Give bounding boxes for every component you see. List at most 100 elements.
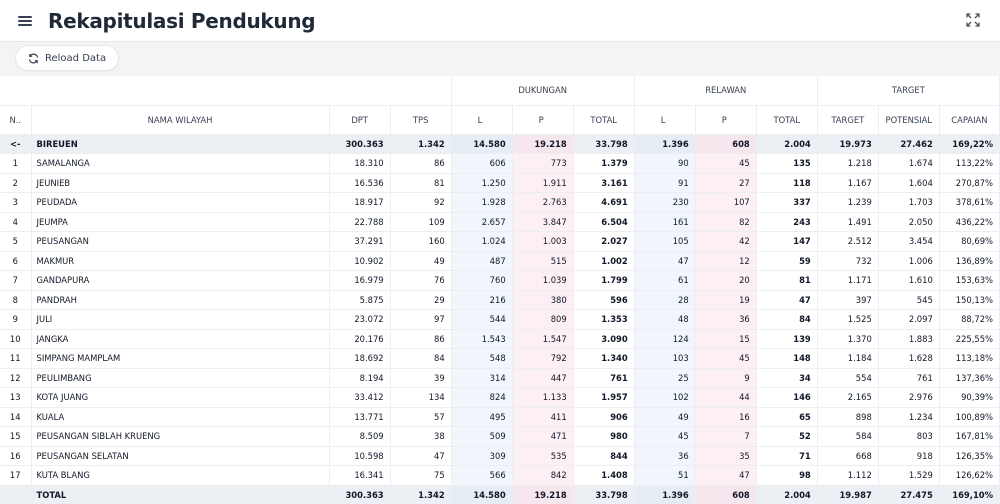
row-tps: 92 <box>390 192 452 213</box>
col-header-target[interactable]: TARGET <box>817 105 879 135</box>
top-bar: Rekapitulasi Pendukung <box>0 0 1000 42</box>
group-capaian: 169,22% <box>939 134 1000 154</box>
row-capaian: 167,81% <box>939 426 1000 447</box>
row-relawan-l: 105 <box>634 231 696 252</box>
page-title: Rekapitulasi Pendukung <box>48 8 316 33</box>
table-row[interactable]: 16 PEUSANGAN SELATAN 10.598 47 309 535 844 36 35… <box>0 446 1000 466</box>
table-row[interactable]: 6 MAKMUR 10.902 49 487 515 1.002 47 12 59 732 1.006… <box>0 251 1000 271</box>
row-target: 2.512 <box>817 231 879 252</box>
col-header-potensial[interactable]: POTENSIAL <box>878 105 940 135</box>
row-relawan-total: 135 <box>756 153 818 174</box>
row-relawan-p: 44 <box>695 387 757 408</box>
row-relawan-l: 124 <box>634 329 696 349</box>
row-relawan-l: 102 <box>634 387 696 408</box>
col-header-dpt[interactable]: DPT <box>329 105 391 135</box>
row-relawan-p: 16 <box>695 407 757 427</box>
row-relawan-p: 82 <box>695 212 757 232</box>
row-dpt: 22.788 <box>329 212 391 232</box>
table-row[interactable]: 5 PEUSANGAN 37.291 160 1.024 1.003 2.027 105 42 1… <box>0 231 1000 252</box>
total-relawan-p: 608 <box>695 485 757 504</box>
menu-icon[interactable] <box>18 15 32 26</box>
app-root: Rekapitulasi Pendukung Reload Data DUKUN… <box>0 0 1000 504</box>
row-dpt: 8.509 <box>329 426 391 447</box>
col-header-relawan-l[interactable]: L <box>634 105 696 135</box>
row-name: MAKMUR <box>31 251 330 271</box>
group-row-bireuen[interactable]: <- BIREUEN 300.363 1.342 14.580 19.218 3… <box>0 134 1000 154</box>
row-dukungan-total: 1.799 <box>573 270 635 291</box>
row-name: KUALA <box>31 407 330 427</box>
row-dukungan-total: 1.340 <box>573 348 635 369</box>
group-relawan-p: 608 <box>695 134 757 154</box>
row-tps: 39 <box>390 368 452 388</box>
col-header-tps[interactable]: TPS <box>390 105 452 135</box>
row-dukungan-total: 2.027 <box>573 231 635 252</box>
total-relawan-l: 1.396 <box>634 485 696 504</box>
row-capaian: 436,22% <box>939 212 1000 232</box>
row-dukungan-total: 3.161 <box>573 173 635 193</box>
table-row[interactable]: 13 KOTA JUANG 33.412 134 824 1.133 1.957 102 44 1… <box>0 387 1000 408</box>
row-capaian: 136,89% <box>939 251 1000 271</box>
row-dukungan-total: 1.379 <box>573 153 635 174</box>
table-row[interactable]: 7 GANDAPURA 16.979 76 760 1.039 1.799 61 20 81 1.1… <box>0 270 1000 291</box>
row-tps: 49 <box>390 251 452 271</box>
col-header-nama-wilayah[interactable]: NAMA WILAYAH <box>31 105 330 135</box>
col-header-relawan-p[interactable]: P <box>695 105 757 135</box>
row-target: 732 <box>817 251 879 271</box>
table-row[interactable]: 17 KUTA BLANG 16.341 75 566 842 1.408 51 47 98 1.1… <box>0 465 1000 486</box>
row-relawan-p: 7 <box>695 426 757 447</box>
group-header-relawan: RELAWAN <box>634 76 818 106</box>
table-row[interactable]: 11 SIMPANG MAMPLAM 18.692 84 548 792 1.340 103 4… <box>0 348 1000 369</box>
group-header-dukungan: DUKUNGAN <box>451 76 635 106</box>
col-header-no[interactable]: N.. <box>0 105 32 135</box>
row-tps: 97 <box>390 309 452 330</box>
row-dukungan-p: 842 <box>512 465 574 486</box>
table-row[interactable]: 3 PEUDADA 18.917 92 1.928 2.763 4.691 230 107 337… <box>0 192 1000 213</box>
row-tps: 86 <box>390 329 452 349</box>
row-dukungan-total: 4.691 <box>573 192 635 213</box>
row-dukungan-l: 509 <box>451 426 513 447</box>
row-dukungan-p: 535 <box>512 446 574 466</box>
row-target: 898 <box>817 407 879 427</box>
row-dpt: 16.979 <box>329 270 391 291</box>
table-row[interactable]: 10 JANGKA 20.176 86 1.543 1.547 3.090 124 15 139 1… <box>0 329 1000 349</box>
total-no <box>0 485 32 504</box>
table-row[interactable]: 12 PEULIMBANG 8.194 39 314 447 761 25 9 34 554 761 1… <box>0 368 1000 388</box>
col-header-capaian[interactable]: CAPAIAN <box>939 105 1000 135</box>
table-row[interactable]: 14 KUALA 13.771 57 495 411 906 49 16 65 898 1.234 10… <box>0 407 1000 427</box>
table-row[interactable]: 8 PANDRAH 5.875 29 216 380 596 28 19 47 397 545 150,… <box>0 290 1000 310</box>
row-dukungan-total: 3.090 <box>573 329 635 349</box>
group-potensial: 27.462 <box>878 134 940 154</box>
total-tps: 1.342 <box>390 485 452 504</box>
row-dpt: 10.598 <box>329 446 391 466</box>
table-row[interactable]: 4 JEUMPA 22.788 109 2.657 3.847 6.504 161 82 243 1… <box>0 212 1000 232</box>
col-header-dukungan-l[interactable]: L <box>451 105 513 135</box>
reload-data-button[interactable]: Reload Data <box>15 45 120 71</box>
collapse-toggle[interactable]: <- <box>0 134 32 154</box>
row-dpt: 8.194 <box>329 368 391 388</box>
row-capaian: 100,89% <box>939 407 1000 427</box>
row-target: 554 <box>817 368 879 388</box>
row-tps: 81 <box>390 173 452 193</box>
table-row[interactable]: 1 SAMALANGA 18.310 86 606 773 1.379 90 45 135 1.21… <box>0 153 1000 174</box>
col-header-relawan-total[interactable]: TOTAL <box>756 105 818 135</box>
row-potensial: 545 <box>878 290 940 310</box>
table-row[interactable]: 2 JEUNIEB 16.536 81 1.250 1.911 3.161 91 27 118 1.… <box>0 173 1000 193</box>
row-relawan-l: 230 <box>634 192 696 213</box>
row-dukungan-p: 471 <box>512 426 574 447</box>
row-potensial: 1.234 <box>878 407 940 427</box>
expand-icon[interactable] <box>966 13 980 27</box>
row-no: 16 <box>0 446 32 466</box>
row-capaian: 88,72% <box>939 309 1000 330</box>
row-name: JANGKA <box>31 329 330 349</box>
col-header-dukungan-total[interactable]: TOTAL <box>573 105 635 135</box>
table-row[interactable]: 15 PEUSANGAN SIBLAH KRUENG 8.509 38 509 471 98… <box>0 426 1000 447</box>
row-no: 13 <box>0 387 32 408</box>
col-header-dukungan-p[interactable]: P <box>512 105 574 135</box>
row-dukungan-total: 980 <box>573 426 635 447</box>
row-dukungan-p: 1.547 <box>512 329 574 349</box>
row-relawan-l: 45 <box>634 426 696 447</box>
row-potensial: 1.610 <box>878 270 940 291</box>
row-potensial: 803 <box>878 426 940 447</box>
table-row[interactable]: 9 JULI 23.072 97 544 809 1.353 48 36 84 1.525 2.097… <box>0 309 1000 330</box>
row-name: PEUSANGAN <box>31 231 330 252</box>
